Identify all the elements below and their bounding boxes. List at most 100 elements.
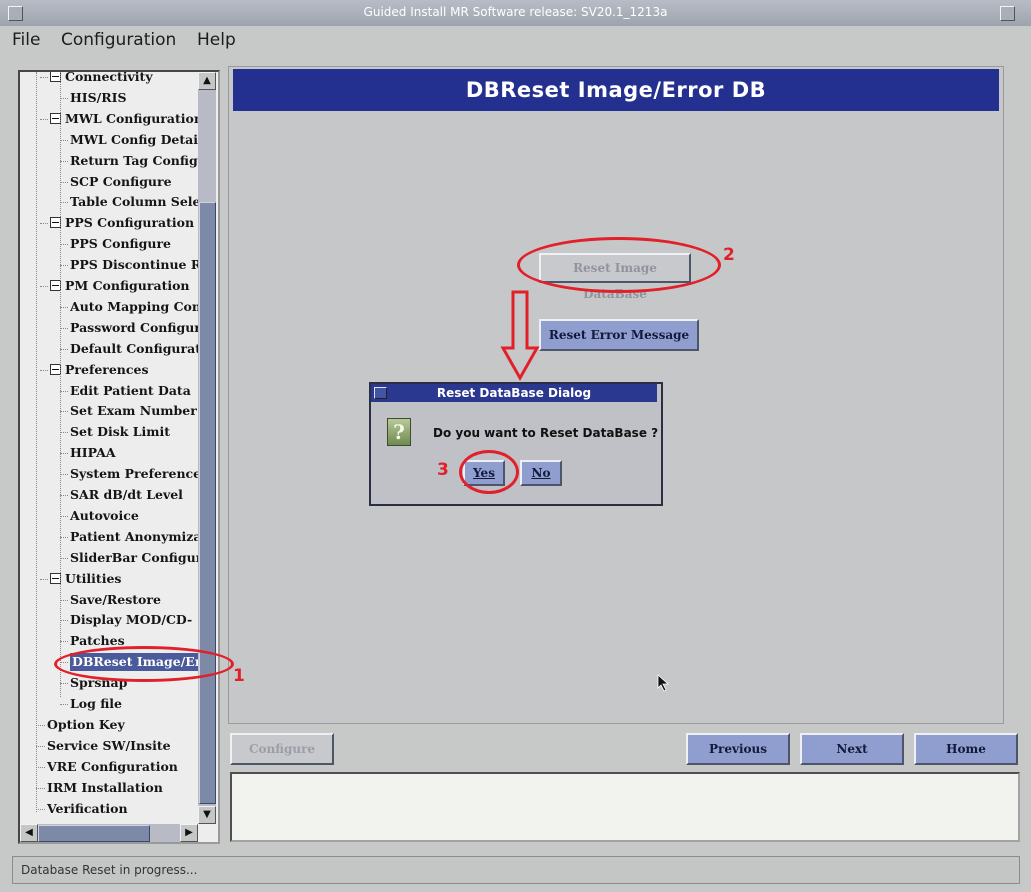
tree-item-label: Display MOD/CD-: [70, 612, 193, 628]
tree-item-label: SliderBar Configur: [70, 549, 203, 565]
tree-item-autovoice[interactable]: Autovoice: [70, 507, 139, 525]
tree-item-mwl-configuration[interactable]: MWL Configuration: [50, 110, 203, 128]
tree-item-preferences[interactable]: Preferences: [50, 361, 149, 379]
tree-item-set-exam-number[interactable]: Set Exam Number: [70, 402, 197, 420]
tree-item-label: Option Key: [47, 716, 125, 732]
next-button[interactable]: Next: [800, 733, 904, 765]
tree-item-label: Autovoice: [70, 507, 139, 523]
tree-item-verification[interactable]: Verification: [47, 800, 128, 818]
reset-database-dialog: Reset DataBase Dialog ? Do you want to R…: [369, 382, 663, 506]
tree-item-sliderbar-configur[interactable]: SliderBar Configur: [70, 549, 202, 567]
menu-file[interactable]: File: [12, 30, 40, 50]
tree-connector: [40, 369, 48, 371]
tree-item-label: Service SW/Insite: [47, 737, 171, 753]
menu-configuration[interactable]: Configuration: [61, 30, 176, 50]
tree-scroll-thumb[interactable]: [199, 202, 216, 804]
tree-hscroll-thumb[interactable]: [38, 825, 150, 842]
tree-item-patient-anonymiza[interactable]: Patient Anonymiza: [70, 528, 202, 546]
tree-connector: [60, 620, 68, 622]
tree-connector: [60, 97, 68, 99]
tree-connector: [60, 599, 68, 601]
scroll-right-icon[interactable]: ▶: [180, 824, 198, 842]
tree-connector: [60, 160, 68, 162]
tree-connector: [60, 348, 68, 350]
tree-item-display-mod-cd[interactable]: Display MOD/CD-: [70, 611, 192, 629]
tree-item-set-disk-limit[interactable]: Set Disk Limit: [70, 423, 170, 441]
tree-item-system-preferences[interactable]: System Preferences: [70, 465, 208, 483]
tree-connector: [60, 411, 68, 413]
tree-item-label: Utilities: [65, 570, 122, 586]
tree-item-default-configurat[interactable]: Default Configurat: [70, 340, 201, 358]
tree-item-label: Preferences: [65, 361, 149, 377]
tree-horizontal-scrollbar[interactable]: ◀ ▶: [20, 824, 198, 842]
tree-item-label: Connectivity: [65, 70, 153, 84]
previous-button[interactable]: Previous: [686, 733, 790, 765]
status-text: Database Reset in progress...: [21, 863, 198, 877]
tree-item-scp-configure[interactable]: SCP Configure: [70, 173, 172, 191]
tree-item-label: PPS Discontinue Re: [70, 257, 210, 273]
tree-item-label: Set Exam Number: [70, 403, 197, 419]
tree-item-service-sw-insite[interactable]: Service SW/Insite: [47, 737, 171, 755]
tree-connector: [60, 181, 68, 183]
tree-vertical-scrollbar[interactable]: ▲ ▼: [198, 72, 216, 824]
mouse-cursor-icon: [657, 674, 669, 692]
dialog-menu-icon[interactable]: [374, 387, 387, 399]
menu-help[interactable]: Help: [197, 30, 236, 50]
tree-connector: [60, 265, 68, 267]
home-button[interactable]: Home: [914, 733, 1018, 765]
window-maximize-icon[interactable]: [1000, 6, 1015, 21]
tree-item-option-key[interactable]: Option Key: [47, 716, 125, 734]
dialog-no-button[interactable]: No: [520, 460, 562, 486]
tree-item-connectivity[interactable]: Connectivity: [50, 70, 153, 86]
tree-item-label: IRM Installation: [47, 779, 163, 795]
tree-item-sar-db-dt-level[interactable]: SAR dB/dt Level: [70, 486, 183, 504]
tree-item-log-file[interactable]: Log file: [70, 695, 122, 713]
annotation-arrow-down-icon: [500, 290, 540, 382]
tree-item-vre-configuration[interactable]: VRE Configuration: [47, 758, 178, 776]
tree-connector: [60, 557, 68, 559]
tree-item-table-column-sele[interactable]: Table Column Sele: [70, 193, 200, 211]
tree-connector: [40, 578, 48, 580]
tree-item-edit-patient-data[interactable]: Edit Patient Data: [70, 382, 191, 400]
dialog-titlebar: Reset DataBase Dialog: [371, 384, 657, 402]
dialog-title: Reset DataBase Dialog: [436, 386, 592, 400]
navigation-tree[interactable]: Connectivity HIS/RIS MWL Configuration MWL …: [18, 70, 220, 844]
tree-item-label: MWL Configuration: [65, 110, 203, 126]
tree-item-irm-installation[interactable]: IRM Installation: [47, 779, 163, 797]
window-title: Guided Install MR Software release: SV20…: [363, 5, 668, 19]
tree-item-label: System Preferences: [70, 466, 209, 482]
tree-item-label: PM Configuration: [65, 278, 190, 293]
tree-connector: [40, 77, 48, 78]
tree-item-password-configur[interactable]: Password Configur: [70, 319, 201, 337]
tree-connector: [60, 432, 68, 434]
status-bar: Database Reset in progress...: [12, 856, 1020, 884]
tree-item-label: Auto Mapping Con: [70, 298, 201, 314]
tree-item-label: Return Tag Configu: [70, 152, 207, 168]
tree-connector: [60, 202, 68, 204]
tree-item-label: HIPAA: [70, 445, 116, 461]
annotation-ellipse-2: [517, 237, 721, 293]
scroll-up-icon[interactable]: ▲: [198, 72, 216, 90]
tree-connector: [60, 390, 68, 392]
tree-item-auto-mapping-con[interactable]: Auto Mapping Con: [70, 298, 201, 316]
window-titlebar: Guided Install MR Software release: SV20…: [0, 0, 1031, 27]
tree-connector: [36, 766, 45, 768]
tree-item-return-tag-configu[interactable]: Return Tag Configu: [70, 152, 207, 170]
annotation-number-1: 1: [233, 666, 245, 686]
scroll-down-icon[interactable]: ▼: [198, 806, 216, 824]
tree-connector: [40, 118, 48, 120]
tree-item-pps-configuration[interactable]: PPS Configuration: [50, 214, 194, 232]
reset-error-message-button[interactable]: Reset Error Message: [539, 319, 699, 351]
tree-item-pps-configure[interactable]: PPS Configure: [70, 235, 171, 253]
tree-item-label: Password Configur: [70, 319, 201, 335]
tree-item-his-ris[interactable]: HIS/RIS: [70, 89, 127, 107]
configure-button[interactable]: Configure: [230, 733, 334, 765]
question-icon: ?: [387, 418, 411, 446]
tree-item-hipaa[interactable]: HIPAA: [70, 444, 116, 462]
tree-connector: [60, 515, 68, 517]
tree-item-mwl-config-detail[interactable]: MWL Config Detail: [70, 131, 203, 149]
scroll-left-icon[interactable]: ◀: [20, 824, 38, 842]
tree-item-pm-configuration[interactable]: PM Configuration: [50, 277, 190, 295]
tree-item-save-restore[interactable]: Save/Restore: [70, 591, 161, 609]
tree-item-pps-discontinue-re[interactable]: PPS Discontinue Re: [70, 256, 209, 274]
